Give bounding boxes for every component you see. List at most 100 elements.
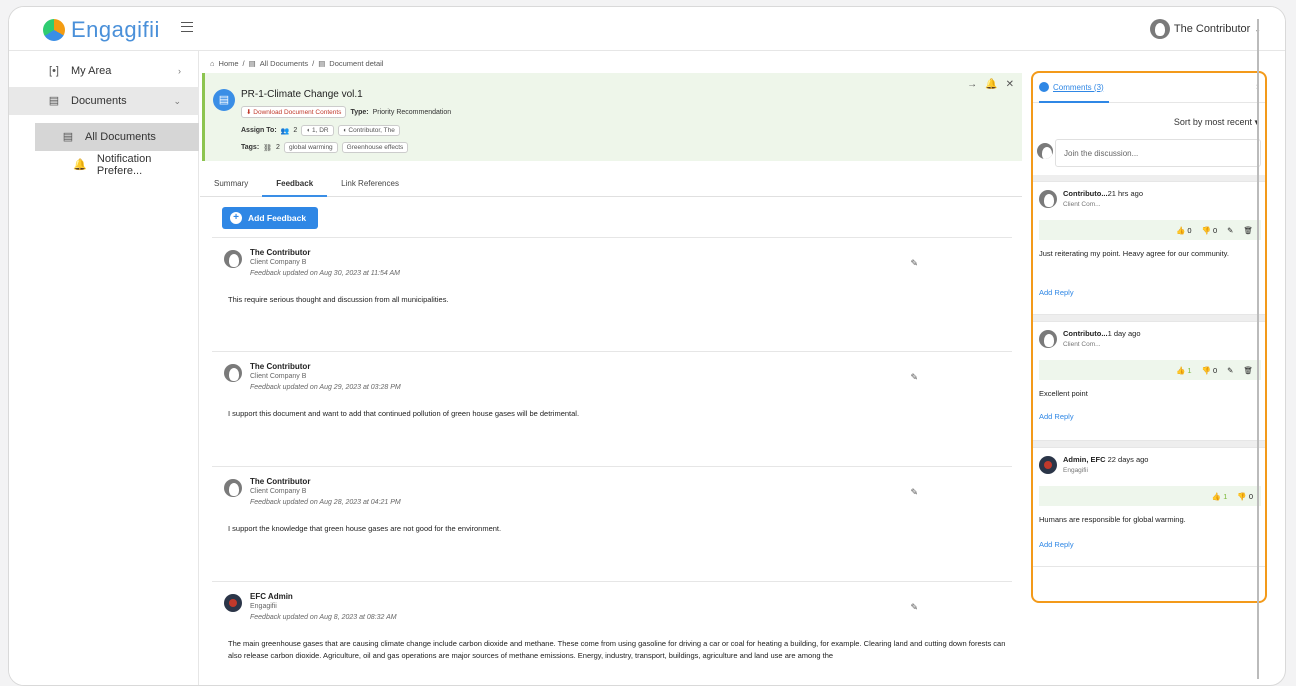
document-meta: ⬇ Download Document Contents Type: Prior…: [241, 106, 451, 118]
close-icon[interactable]: ✕: [1006, 79, 1014, 90]
admin-avatar: [224, 594, 242, 612]
tab-summary[interactable]: Summary: [200, 171, 262, 197]
sidebar-item-my-area[interactable]: [•] My Area ›: [9, 57, 199, 85]
document-actions: → 🔔 ✕: [967, 79, 1014, 90]
app-logo[interactable]: Engagifii: [43, 17, 160, 43]
feedback-updated: Feedback updated on Aug 28, 2023 at 04:2…: [250, 499, 401, 506]
tab-bar: Summary Feedback Link References: [200, 171, 1022, 197]
download-document-button[interactable]: ⬇ Download Document Contents: [241, 106, 347, 118]
feedback-body: I support the knowledge that green house…: [228, 524, 502, 533]
assignee-chip[interactable]: ◖ Contributor, The: [337, 125, 400, 136]
feedback-body: The main greenhouse gases that are causi…: [228, 639, 1006, 660]
edit-pencil-icon[interactable]: ✎: [1227, 366, 1233, 375]
assign-row: Assign To: 👥 2 ◖ 1, DR ◖ Contributor, Th…: [241, 125, 400, 136]
comments-panel: Comments (3) › Sort by most recent ▾ Joi…: [1031, 71, 1267, 603]
comment-author: Contributo...: [1063, 329, 1108, 338]
edit-pencil-icon[interactable]: ✎: [910, 487, 918, 498]
tab-link-references[interactable]: Link References: [327, 171, 413, 197]
comment-time: 22 days ago: [1107, 455, 1149, 464]
edit-pencil-icon[interactable]: ✎: [910, 372, 918, 383]
avatar: [1039, 190, 1057, 208]
feedback-author: The Contributor: [250, 477, 311, 486]
assign-label: Assign To:: [241, 127, 277, 134]
add-feedback-label: Add Feedback: [248, 213, 307, 223]
like-button[interactable]: 👍 0: [1176, 226, 1192, 235]
tags-label: Tags:: [241, 144, 260, 151]
avatar: [224, 250, 242, 268]
comment-actions: 👍 0 👎 0 ✎ 🗑: [1039, 220, 1261, 240]
document-header: ▤ PR-1-Climate Change vol.1 ⬇ Download D…: [202, 73, 1022, 161]
like-button[interactable]: 👍 1: [1176, 366, 1192, 375]
tag-chip[interactable]: global warming: [283, 142, 338, 153]
breadcrumb-all-documents[interactable]: All Documents: [260, 59, 308, 68]
arrow-right-icon[interactable]: →: [967, 79, 977, 90]
document-icon: ▤: [213, 89, 235, 111]
add-feedback-button[interactable]: + Add Feedback: [222, 207, 318, 229]
feedback-body: I support this document and want to add …: [228, 409, 580, 418]
edit-pencil-icon[interactable]: ✎: [910, 258, 918, 269]
chevron-down-icon: ⌄: [173, 95, 181, 106]
comment-company: Engagifii: [1063, 467, 1088, 474]
sidebar-item-label: All Documents: [85, 131, 156, 143]
edit-pencil-icon[interactable]: ✎: [1227, 226, 1233, 235]
bell-icon[interactable]: 🔔: [985, 79, 997, 90]
assign-count: 2: [293, 127, 298, 134]
sort-dropdown[interactable]: Sort by most recent ▾: [1174, 117, 1259, 128]
like-button[interactable]: 👍 1: [1212, 492, 1228, 501]
group-icon: 👥: [280, 127, 290, 135]
feedback-author: The Contributor: [250, 362, 311, 371]
bell-icon: 🔔: [73, 159, 87, 171]
type-value: Priority Recommendation: [372, 108, 452, 116]
dislike-button[interactable]: 👎 0: [1202, 226, 1218, 235]
main-content: ⌂ Home / ▤ All Documents / ▤ Document de…: [200, 51, 1022, 685]
comment-actions: 👍 1 👎 0 ✎ 🗑: [1039, 360, 1261, 380]
edit-pencil-icon[interactable]: ✎: [910, 602, 918, 613]
sidebar-item-documents[interactable]: ▤ Documents ⌄: [9, 87, 199, 115]
add-reply-link[interactable]: Add Reply: [1039, 412, 1074, 421]
tab-comments[interactable]: Comments (3): [1039, 82, 1104, 92]
join-discussion-input[interactable]: Join the discussion...: [1055, 139, 1261, 167]
document-icon: ▤: [318, 59, 326, 68]
plus-icon: +: [230, 212, 242, 224]
add-reply-link[interactable]: Add Reply: [1039, 540, 1074, 549]
trash-icon[interactable]: 🗑: [1243, 226, 1253, 235]
feedback-company: Client Company B: [250, 259, 307, 266]
chevron-right-icon: ›: [178, 66, 181, 76]
sidebar-item-notification-preferences[interactable]: 🔔 Notification Prefere...: [9, 151, 199, 179]
dislike-button[interactable]: 👎 0: [1202, 366, 1218, 375]
document-icon: ▤: [248, 59, 256, 68]
type-label: Type:: [350, 108, 369, 116]
avatar: [224, 364, 242, 382]
feedback-company: Client Company B: [250, 488, 307, 495]
comment-time: 1 day ago: [1107, 329, 1141, 338]
avatar: [224, 479, 242, 497]
feedback-author: The Contributor: [250, 248, 311, 257]
feedback-item: The Contributor Client Company B Feedbac…: [212, 351, 1012, 466]
hamburger-menu-icon[interactable]: [181, 22, 193, 32]
sidebar: [•] My Area › ▤ Documents ⌄ ▤ All Docume…: [9, 51, 199, 685]
comment-text: Excellent point: [1039, 389, 1088, 398]
user-name: The Contributor: [1173, 23, 1251, 35]
tags-count: 2: [276, 144, 280, 151]
page-scrollbar[interactable]: [1257, 19, 1259, 679]
comment-company: Client Com...: [1063, 341, 1101, 348]
dislike-button[interactable]: 👎 0: [1237, 492, 1253, 501]
feedback-company: Engagifii: [250, 603, 277, 610]
tags-row: Tags: ⛓ 2 global warming Greenhouse effe…: [241, 142, 409, 153]
breadcrumb-current: Document detail: [329, 59, 384, 68]
feedback-updated: Feedback updated on Aug 8, 2023 at 08:32…: [250, 614, 397, 621]
tab-feedback[interactable]: Feedback: [262, 171, 328, 197]
add-reply-link[interactable]: Add Reply: [1039, 288, 1074, 297]
breadcrumb-home[interactable]: Home: [219, 59, 239, 68]
tag-chip[interactable]: Greenhouse effects: [341, 142, 409, 153]
assignee-chip[interactable]: ◖ 1, DR: [301, 125, 334, 136]
document-title: PR-1-Climate Change vol.1: [241, 89, 363, 100]
comments-panel-header: Comments (3) ›: [1033, 73, 1265, 103]
active-tab-indicator: [1039, 101, 1109, 103]
logo-icon: [43, 19, 65, 41]
comment-text: Humans are responsible for global warmin…: [1039, 515, 1186, 524]
trash-icon[interactable]: 🗑: [1243, 366, 1253, 375]
sidebar-item-all-documents[interactable]: ▤ All Documents: [35, 123, 199, 151]
user-menu[interactable]: The Contributor ⌄: [1149, 19, 1261, 39]
breadcrumb: ⌂ Home / ▤ All Documents / ▤ Document de…: [210, 59, 384, 68]
